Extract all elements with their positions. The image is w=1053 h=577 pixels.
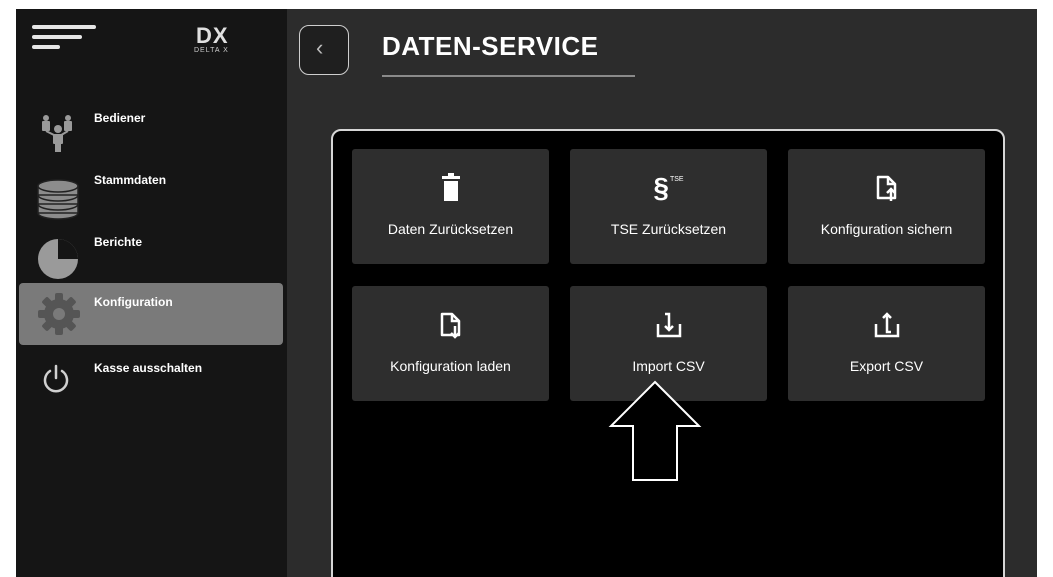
file-download-icon xyxy=(352,310,549,340)
logo-brand: DELTA X xyxy=(194,47,229,54)
tse-superscript: TSE xyxy=(669,176,684,183)
sidebar-item-berichte[interactable]: Berichte xyxy=(16,225,287,287)
konfiguration-sichern-button[interactable]: Konfiguration sichern xyxy=(788,149,985,264)
sidebar-item-stammdaten[interactable]: Stammdaten xyxy=(16,163,287,225)
tse-zuruecksetzen-button[interactable]: § TSE TSE Zurücksetzen xyxy=(570,149,767,264)
export-csv-button[interactable]: Export CSV xyxy=(788,286,985,401)
sidebar: DX DELTA X Bediener Stammdaten Berichte … xyxy=(16,9,287,577)
tile-label: Konfiguration laden xyxy=(390,358,511,374)
database-icon xyxy=(36,175,80,220)
tile-label: Konfiguration sichern xyxy=(820,221,953,237)
pie-chart-icon xyxy=(36,237,80,279)
sidebar-item-konfiguration[interactable]: Konfiguration xyxy=(19,283,283,345)
sidebar-item-bediener[interactable]: Bediener xyxy=(16,101,287,163)
trash-icon xyxy=(352,173,549,203)
section-tse-icon: § TSE xyxy=(570,173,767,203)
title-underline xyxy=(382,75,635,77)
logo: DX DELTA X xyxy=(194,23,248,55)
sidebar-item-label: Konfiguration xyxy=(94,295,173,309)
main-content: ‹ DATEN-SERVICE Daten Zurücksetzen § TSE… xyxy=(287,9,1037,577)
up-arrow-outline-icon xyxy=(608,380,702,481)
chevron-left-icon: ‹ xyxy=(316,35,324,60)
konfiguration-laden-button[interactable]: Konfiguration laden xyxy=(352,286,549,401)
page-title: DATEN-SERVICE xyxy=(382,31,599,61)
export-icon xyxy=(788,310,985,340)
section-symbol: § xyxy=(653,172,669,203)
back-button[interactable]: ‹ xyxy=(299,25,349,75)
sidebar-item-label: Kasse ausschalten xyxy=(94,361,203,375)
menu-icon[interactable] xyxy=(32,23,96,53)
tile-label: Daten Zurücksetzen xyxy=(387,221,514,237)
app-window: DX DELTA X Bediener Stammdaten Berichte … xyxy=(16,9,1037,577)
daten-zuruecksetzen-button[interactable]: Daten Zurücksetzen xyxy=(352,149,549,264)
service-panel: Daten Zurücksetzen § TSE TSE Zurücksetze… xyxy=(331,129,1005,577)
file-upload-icon xyxy=(788,173,985,203)
sidebar-item-label: Bediener xyxy=(94,111,146,125)
sidebar-item-kasse-ausschalten[interactable]: Kasse ausschalten xyxy=(16,351,287,413)
import-icon xyxy=(570,310,767,340)
sidebar-item-label: Stammdaten xyxy=(94,173,167,187)
gear-icon xyxy=(36,291,80,335)
power-icon xyxy=(40,363,84,403)
users-icon xyxy=(36,113,80,153)
logo-mark: DX xyxy=(196,23,229,48)
tile-label: Import CSV xyxy=(632,358,705,374)
sidebar-item-label: Berichte xyxy=(94,235,143,249)
tile-label: Export CSV xyxy=(849,358,924,374)
tile-label: TSE Zurücksetzen xyxy=(610,221,727,237)
